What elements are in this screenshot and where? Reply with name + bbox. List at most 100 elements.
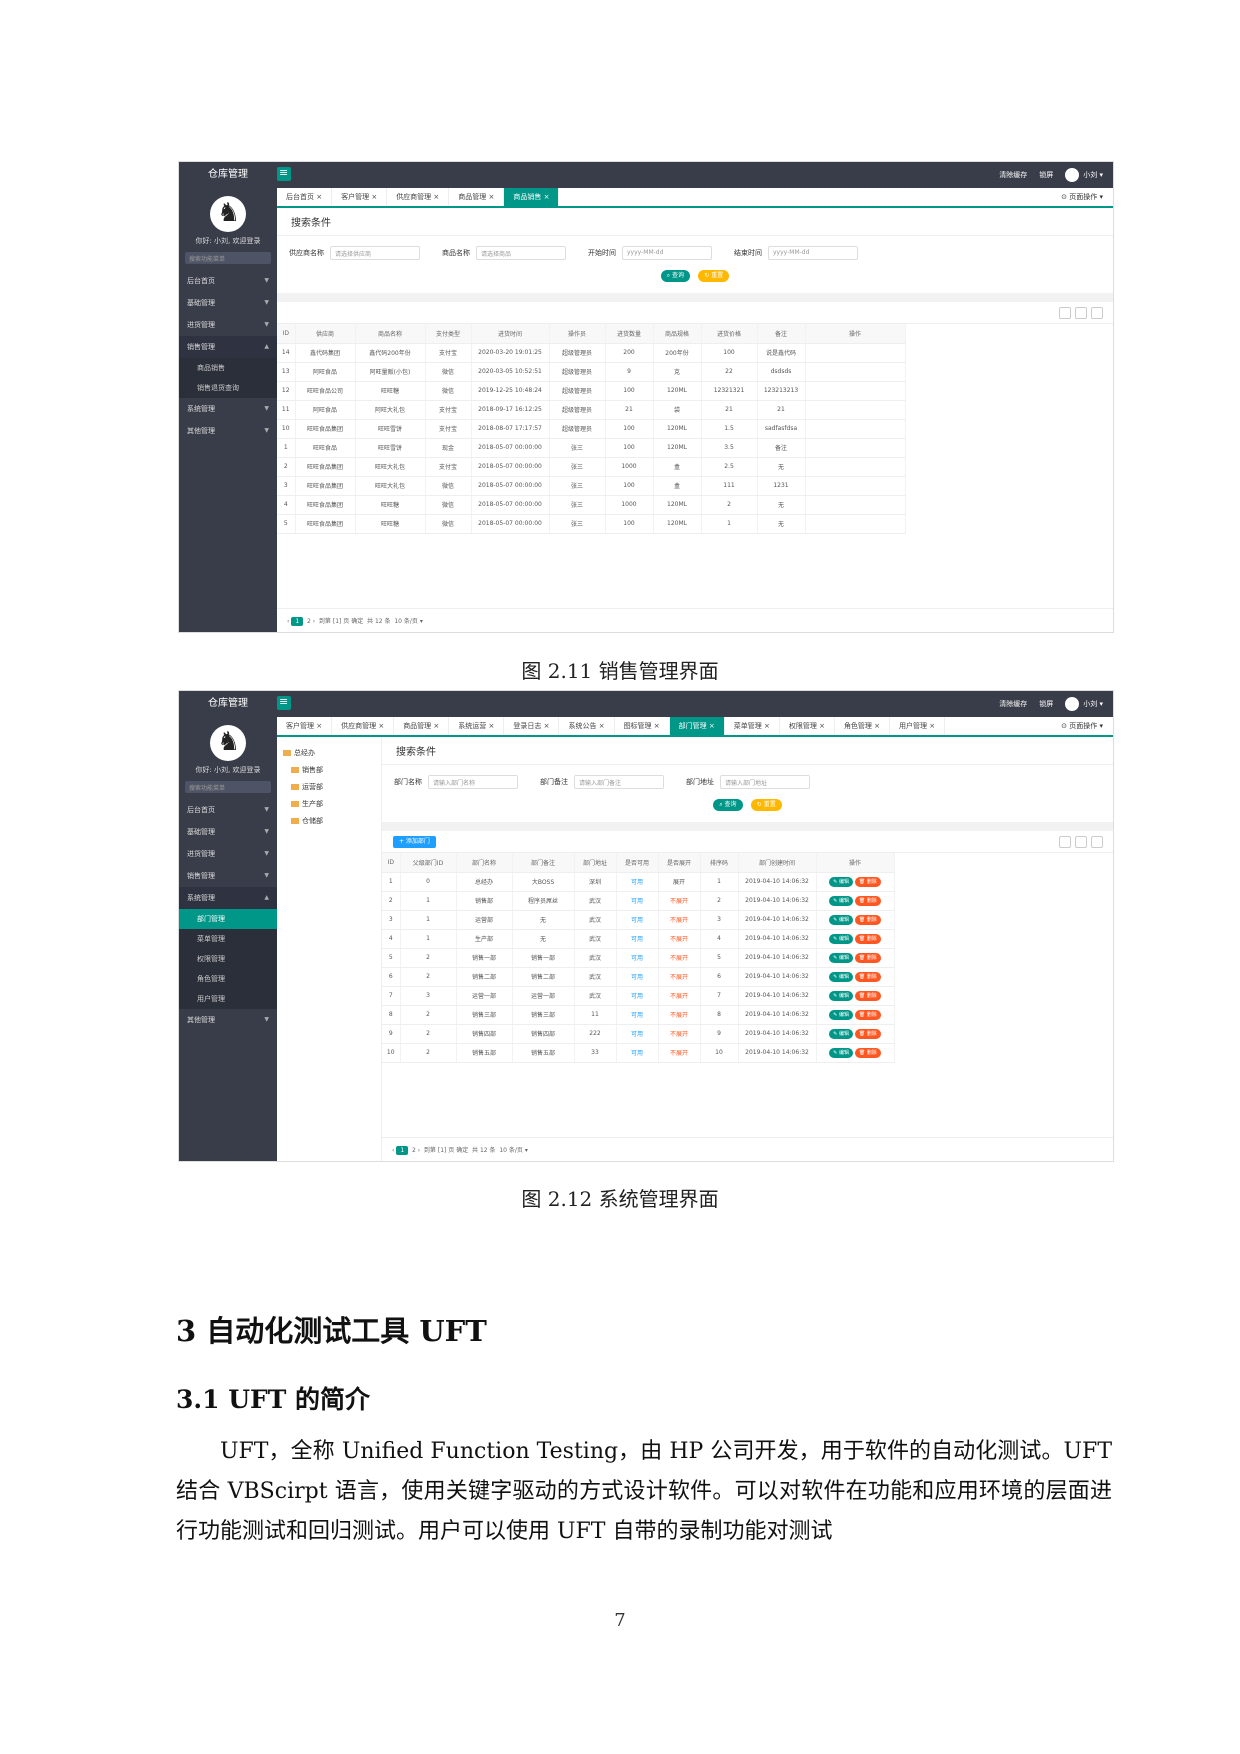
- sidebar-item[interactable]: 商品销售: [179, 358, 277, 378]
- per-page-select[interactable]: 10 条/页: [394, 618, 418, 625]
- per-page-select[interactable]: 10 条/页: [499, 1147, 523, 1154]
- tab-item[interactable]: 角色管理 ×: [835, 717, 891, 735]
- sidebar-item[interactable]: 后台首页 ▼: [179, 270, 277, 292]
- delete-button[interactable]: 🗑 删除: [854, 1009, 881, 1020]
- export-icon[interactable]: [1075, 307, 1087, 319]
- table-row[interactable]: 12 旺旺食品公司 旺旺糖 微信 2019-12-25 10:48:24 超级管理员 100…: [277, 381, 906, 401]
- table-row[interactable]: 10 2 销售五部 销售五部 33 可用 不展开 10 2019-04-10 14:06:32 ✎…: [382, 1043, 895, 1063]
- delete-button[interactable]: 🗑 删除: [854, 971, 881, 982]
- sidebar-item[interactable]: 部门管理: [179, 909, 277, 929]
- tab-item[interactable]: 权限管理 ×: [780, 717, 835, 735]
- table-row[interactable]: 9 2 销售四部 销售四部 222 可用 不展开 9 2019-04-10 14:06:32 ✎ …: [382, 1024, 895, 1044]
- query-button[interactable]: ⌕ 查询: [713, 799, 743, 811]
- sidebar-item[interactable]: 销售管理 ▲: [179, 336, 277, 358]
- export-icon[interactable]: [1075, 836, 1087, 848]
- tab-item[interactable]: 商品管理 ×: [394, 717, 450, 735]
- sidebar-item[interactable]: 进货管理 ▼: [179, 843, 277, 865]
- tree-node[interactable]: 运营部: [283, 779, 375, 796]
- edit-button[interactable]: ✎ 编辑: [829, 971, 853, 982]
- sidebar-item[interactable]: 系统管理 ▼: [179, 398, 277, 420]
- print-icon[interactable]: [1091, 307, 1103, 319]
- confirm-button[interactable]: 确定: [456, 1147, 468, 1154]
- tab-item[interactable]: 商品管理 ×: [449, 188, 505, 206]
- table-row[interactable]: 1 0 总经办 大BOSS 深圳 可用 展开 1 2019-04-10 14:06:32 ✎ 编辑…: [382, 872, 895, 892]
- sidebar-item[interactable]: 其他管理 ▼: [179, 1009, 277, 1031]
- sidebar-item[interactable]: 菜单管理: [179, 929, 277, 949]
- edit-button[interactable]: ✎ 编辑: [829, 1009, 853, 1020]
- lock-screen-link[interactable]: 锁屏: [1039, 691, 1053, 717]
- page-current[interactable]: 1: [291, 617, 304, 626]
- table-row[interactable]: 5 2 销售一部 销售一部 武汉 可用 不展开 5 2019-04-10 14:06:32 ✎ 编…: [382, 948, 895, 968]
- table-row[interactable]: 13 阿旺食品 阿旺量贩(小包) 微信 2020-03-05 10:52:51 超级管理员…: [277, 362, 906, 382]
- tree-node[interactable]: 销售部: [283, 762, 375, 779]
- page-next[interactable]: 2: [307, 618, 311, 625]
- columns-icon[interactable]: [1059, 307, 1071, 319]
- delete-button[interactable]: 🗑 删除: [854, 914, 881, 925]
- tab-item[interactable]: 后台首页 ×: [277, 188, 333, 206]
- tab-item[interactable]: 供应商管理 ×: [332, 717, 395, 735]
- edit-button[interactable]: ✎ 编辑: [829, 1028, 853, 1039]
- sidebar-item[interactable]: 基础管理 ▼: [179, 292, 277, 314]
- page-current[interactable]: 1: [396, 1146, 409, 1155]
- sidebar-item[interactable]: 用户管理: [179, 989, 277, 1009]
- table-row[interactable]: 2 旺旺食品集团 旺旺大礼包 支付宝 2018-05-07 00:00:00 张三 1000…: [277, 457, 906, 477]
- tab-item[interactable]: 菜单管理 ×: [725, 717, 780, 735]
- tab-item[interactable]: 客户管理 ×: [332, 188, 388, 206]
- tab-item[interactable]: 系统公告 ×: [559, 717, 615, 735]
- tree-node[interactable]: 生产部: [283, 796, 375, 813]
- clear-cache-link[interactable]: 清除缓存: [999, 162, 1027, 188]
- field-input[interactable]: 请输入部门地址: [720, 775, 810, 789]
- edit-button[interactable]: ✎ 编辑: [829, 952, 853, 963]
- edit-button[interactable]: ✎ 编辑: [829, 933, 853, 944]
- delete-button[interactable]: 🗑 删除: [854, 1028, 881, 1039]
- table-row[interactable]: 2 1 销售部 程序员屌丝 武汉 可用 不展开 2 2019-04-10 14:06:32 ✎ 编…: [382, 891, 895, 911]
- edit-button[interactable]: ✎ 编辑: [829, 895, 853, 906]
- table-row[interactable]: 4 1 生产部无武汉 可用 不展开 4 2019-04-10 14:06:32 ✎ 编辑 🗑 …: [382, 929, 895, 949]
- tab-item[interactable]: 部门管理 ×: [669, 717, 725, 735]
- tab-item[interactable]: 商品销售 ×: [504, 188, 560, 206]
- tab-item[interactable]: 供应商管理 ×: [387, 188, 450, 206]
- sidebar-item[interactable]: 系统管理 ▲: [179, 887, 277, 909]
- tab-item[interactable]: 用户管理 ×: [890, 717, 946, 735]
- page-next[interactable]: 2: [412, 1147, 416, 1154]
- edit-button[interactable]: ✎ 编辑: [829, 1047, 853, 1058]
- tab-item[interactable]: 系统运营 ×: [449, 717, 505, 735]
- field-input[interactable]: 请输入部门备注: [574, 775, 664, 789]
- edit-button[interactable]: ✎ 编辑: [829, 914, 853, 925]
- tab-options-menu[interactable]: ⊙ 页面操作 ▾: [1051, 717, 1113, 735]
- user-menu[interactable]: 小刘 ▾: [1065, 162, 1103, 188]
- table-row[interactable]: 1 旺旺食品 旺旺雪饼 现金 2018-05-07 00:00:00 张三 100 120ML…: [277, 438, 906, 458]
- table-row[interactable]: 6 2 销售二部 销售二部 武汉 可用 不展开 6 2019-04-10 14:06:32 ✎ 编…: [382, 967, 895, 987]
- table-row[interactable]: 7 3 运营一部 运营一部 武汉 可用 不展开 7 2019-04-10 14:06:32 ✎ 编…: [382, 986, 895, 1006]
- menu-toggle-icon[interactable]: [277, 166, 291, 181]
- delete-button[interactable]: 🗑 删除: [854, 1047, 881, 1058]
- tab-item[interactable]: 客户管理 ×: [277, 717, 333, 735]
- tree-node[interactable]: 总经办: [283, 745, 375, 762]
- page-input[interactable]: 1: [440, 1147, 444, 1154]
- sidebar-item[interactable]: 进货管理 ▼: [179, 314, 277, 336]
- menu-search-input[interactable]: 搜索功能菜单: [185, 781, 271, 793]
- menu-search-input[interactable]: 搜索功能菜单: [185, 252, 271, 264]
- edit-button[interactable]: ✎ 编辑: [829, 876, 853, 887]
- page-input[interactable]: 1: [335, 618, 339, 625]
- print-icon[interactable]: [1091, 836, 1103, 848]
- delete-button[interactable]: 🗑 删除: [854, 990, 881, 1001]
- confirm-button[interactable]: 确定: [351, 618, 363, 625]
- delete-button[interactable]: 🗑 删除: [854, 876, 881, 887]
- table-row[interactable]: 3 旺旺食品集团 旺旺大礼包 微信 2018-05-07 00:00:00 张三 100 盒 1…: [277, 476, 906, 496]
- user-menu[interactable]: 小刘 ▾: [1065, 691, 1103, 717]
- tree-node[interactable]: 仓储部: [283, 813, 375, 830]
- table-row[interactable]: 10 旺旺食品集团 旺旺雪饼 支付宝 2018-08-07 17:17:57 超级管理员 1…: [277, 419, 906, 439]
- field-input[interactable]: yyyy-MM-dd: [622, 246, 712, 260]
- columns-icon[interactable]: [1059, 836, 1071, 848]
- field-input[interactable]: yyyy-MM-dd: [768, 246, 858, 260]
- add-department-button[interactable]: + 添加部门: [393, 836, 436, 848]
- reset-button[interactable]: ↻ 重置: [750, 799, 782, 811]
- clear-cache-link[interactable]: 清除缓存: [999, 691, 1027, 717]
- edit-button[interactable]: ✎ 编辑: [829, 990, 853, 1001]
- delete-button[interactable]: 🗑 删除: [854, 933, 881, 944]
- table-row[interactable]: 11 阿旺食品 阿旺大礼包 支付宝 2018-09-17 16:12:25 超级管理员 21…: [277, 400, 906, 420]
- tab-options-menu[interactable]: ⊙ 页面操作 ▾: [1051, 188, 1113, 206]
- sidebar-item[interactable]: 其他管理 ▼: [179, 420, 277, 442]
- table-row[interactable]: 3 1 运营部无武汉 可用 不展开 3 2019-04-10 14:06:32 ✎ 编辑 🗑 …: [382, 910, 895, 930]
